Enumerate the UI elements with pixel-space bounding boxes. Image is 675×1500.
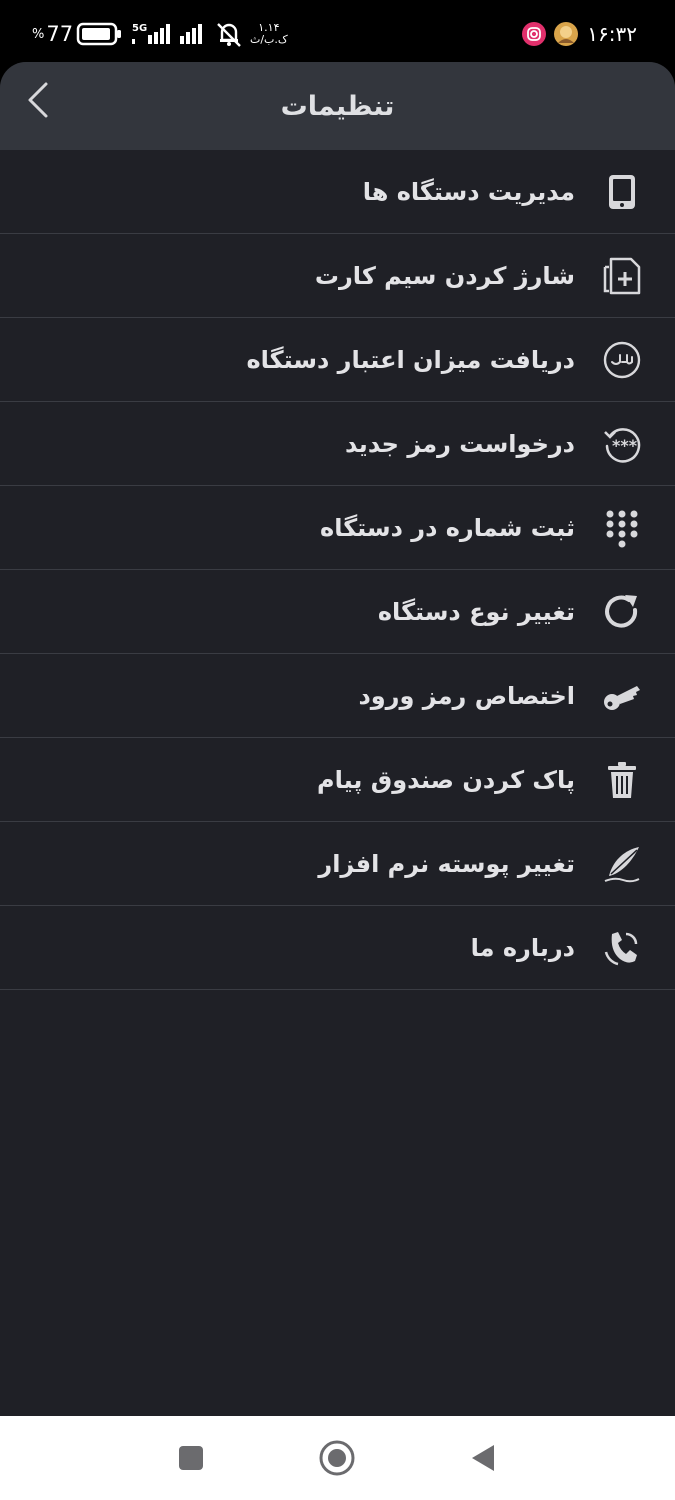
- triangle-back-icon: [472, 1445, 494, 1471]
- instagram-icon: [521, 0, 547, 68]
- signal-bars-icon: [178, 0, 208, 68]
- menu-item-request-password[interactable]: درخواست رمز جدید ***: [0, 402, 675, 486]
- menu-item-label: دریافت میزان اعتبار دستگاه: [246, 345, 575, 374]
- clock: ۱۶:۳۲: [587, 22, 637, 46]
- menu-item-label: درباره ما: [470, 933, 575, 962]
- phone-icon: [599, 925, 645, 971]
- app-avatar-icon: [553, 0, 579, 68]
- menu-item-get-credit[interactable]: دریافت میزان اعتبار دستگاه: [0, 318, 675, 402]
- tablet-icon: [599, 169, 645, 215]
- svg-text:***: ***: [612, 436, 638, 455]
- battery-icon: [76, 0, 122, 68]
- recent-apps-button[interactable]: [171, 1438, 211, 1478]
- dialpad-icon: [599, 505, 645, 551]
- trash-icon: [599, 757, 645, 803]
- menu-item-manage-devices[interactable]: مدیریت دستگاه ها: [0, 150, 675, 234]
- page-title: تنظیمات: [280, 90, 395, 122]
- system-navigation-bar: [0, 1416, 675, 1500]
- settings-menu: مدیریت دستگاه ها شارژ کردن سیم کارت دریا…: [0, 150, 675, 990]
- password-reset-icon: ***: [599, 421, 645, 467]
- menu-item-label: پاک کردن صندوق پیام: [317, 765, 575, 794]
- battery-percent: % 77: [32, 0, 73, 68]
- svg-text:5G: 5G: [132, 23, 147, 34]
- menu-item-label: درخواست رمز جدید: [344, 429, 575, 458]
- settings-screen: تنظیمات مدیریت دستگاه ها شارژ کردن سیم ک…: [0, 62, 675, 1416]
- percent-sign: %: [32, 26, 45, 42]
- home-circle-icon: [319, 1440, 355, 1476]
- chevron-left-icon: [28, 82, 48, 118]
- menu-item-label: شارژ کردن سیم کارت: [314, 261, 575, 290]
- status-bar: % 77 5G ۱.۱۴ ک.ب/ث ۱۶:۳۲: [0, 0, 675, 68]
- feather-icon: [599, 841, 645, 887]
- network-speed: ۱.۱۴ ک.ب/ث: [250, 0, 288, 68]
- notifications-muted-icon: [214, 0, 244, 68]
- speed-unit: ک.ب/ث: [250, 33, 288, 46]
- menu-item-change-theme[interactable]: تغییر پوسته نرم افزار: [0, 822, 675, 906]
- rial-icon: [599, 337, 645, 383]
- menu-item-clear-inbox[interactable]: پاک کردن صندوق پیام: [0, 738, 675, 822]
- menu-item-label: تغییر پوسته نرم افزار: [318, 849, 575, 878]
- menu-item-label: تغییر نوع دستگاه: [377, 597, 575, 626]
- signal-5g-icon: 5G: [130, 0, 174, 68]
- menu-item-charge-sim[interactable]: شارژ کردن سیم کارت: [0, 234, 675, 318]
- app-header: تنظیمات: [0, 62, 675, 150]
- menu-item-label: مدیریت دستگاه ها: [362, 177, 575, 206]
- menu-item-assign-password[interactable]: اختصاص رمز ورود: [0, 654, 675, 738]
- menu-item-register-number[interactable]: ثبت شماره در دستگاه: [0, 486, 675, 570]
- key-icon: [599, 673, 645, 719]
- square-icon: [179, 1446, 203, 1470]
- system-back-button[interactable]: [463, 1438, 503, 1478]
- menu-item-change-device-type[interactable]: تغییر نوع دستگاه: [0, 570, 675, 654]
- battery-value: 77: [46, 22, 74, 46]
- menu-item-label: اختصاص رمز ورود: [358, 681, 575, 710]
- refresh-icon: [599, 589, 645, 635]
- home-button[interactable]: [317, 1438, 357, 1478]
- back-button[interactable]: [20, 78, 56, 122]
- menu-item-label: ثبت شماره در دستگاه: [320, 513, 575, 542]
- sim-add-icon: [599, 253, 645, 299]
- menu-item-about-us[interactable]: درباره ما: [0, 906, 675, 990]
